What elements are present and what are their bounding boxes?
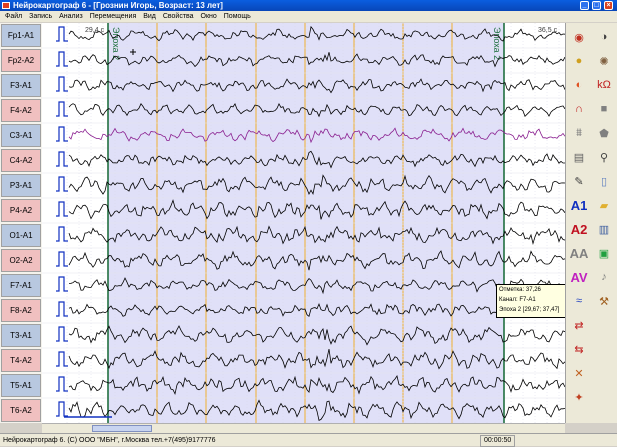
close-button[interactable]: × <box>604 1 613 10</box>
menu-help[interactable]: Помощь <box>224 13 251 20</box>
calibration-pulse <box>56 301 68 317</box>
calibration-pulse <box>56 276 68 292</box>
head-map-icon[interactable]: ◐ <box>569 75 589 95</box>
menu-bar: Файл Запись Анализ Перемещения Вид Свойс… <box>0 11 617 22</box>
right-toolbar: ◉ ● ◐ ∩ ⩩ ▤ ✎ A1 A2 AA AV ≈ ⇄ ⇆ ✕ ✦ ◑ ✺ kΩ ■ ⬟ ⚲ ▯ ▰ ▥ ▣ ♪ ⚒ <box>565 23 617 423</box>
search-icon[interactable]: ⚲ <box>594 147 614 167</box>
magnet-icon[interactable]: ∩ <box>569 99 589 119</box>
eeg-svg: Эпоха 2 Эпоха 229,4 с 36,5 с <box>42 23 565 423</box>
channel-label-f4-a2[interactable]: F4-A2 <box>1 99 41 122</box>
square-icon[interactable]: ■ <box>594 99 614 119</box>
calibration-pulse <box>56 351 68 367</box>
impedance-icon[interactable]: kΩ <box>594 75 614 95</box>
maximize-button[interactable]: □ <box>592 1 601 10</box>
status-time: 00:00:50 <box>480 435 516 447</box>
calibration-pulse <box>56 151 68 167</box>
calibration-pulse <box>56 76 68 92</box>
tooltip-epoch: Эпоха 2 [29,67; 37,47] <box>499 307 560 313</box>
calibration-pulse <box>56 251 68 267</box>
channel-label-p4-a2[interactable]: P4-A2 <box>1 199 41 222</box>
sound-icon[interactable]: ♪ <box>594 267 614 287</box>
window-title: Нейрокартограф 6 - [Грознин Игорь, Возра… <box>13 1 223 10</box>
shield-icon[interactable]: ⬟ <box>594 123 614 143</box>
channel-label-t5-a1[interactable]: T5-A1 <box>1 374 41 397</box>
eeg-trace-area[interactable]: Эпоха 2 Эпоха 2 29,4 с 36,5 с <box>42 23 565 423</box>
calibration-pulse <box>56 101 68 117</box>
title-bar: Нейрокартограф 6 - [Грознин Игорь, Возра… <box>0 0 617 11</box>
pen-icon[interactable]: ✎ <box>569 171 589 191</box>
tooltip-channel: Канал: F7-A1 <box>499 297 536 303</box>
channel-label-c4-a2[interactable]: C4-A2 <box>1 149 41 172</box>
grid-sphere-icon[interactable]: ✺ <box>594 51 614 71</box>
measure-icon[interactable]: ✕ <box>569 363 589 383</box>
channel-label-column: Fp1-A1 Fp2-A2 F3-A1 F4-A2 C3-A1 C4-A2 P3-A1 P4-… <box>0 23 42 423</box>
app-icon <box>2 2 10 9</box>
filter-icon[interactable]: ⩩ <box>569 123 589 143</box>
sparkle-icon[interactable]: ✦ <box>569 387 589 407</box>
minimize-button[interactable]: _ <box>580 1 589 10</box>
tools-icon[interactable]: ⚒ <box>594 291 614 311</box>
channel-label-f7-a1[interactable]: F7-A1 <box>1 274 41 297</box>
notes-icon[interactable]: ▤ <box>569 147 589 167</box>
sphere-icon[interactable]: ◑ <box>594 27 614 47</box>
channel-label-t3-a1[interactable]: T3-A1 <box>1 324 41 347</box>
calibration-pulse <box>56 51 68 67</box>
channel-label-t4-a2[interactable]: T4-A2 <box>1 349 41 372</box>
folder-icon[interactable]: ▰ <box>594 195 614 215</box>
calibration-pulse <box>56 201 68 217</box>
tool-a1-button[interactable]: A1 <box>569 195 589 215</box>
tool-a2-button[interactable]: A2 <box>569 219 589 239</box>
tool-av-button[interactable]: AV <box>569 267 589 287</box>
document-icon[interactable]: ▯ <box>594 171 614 191</box>
tool-aa-button[interactable]: AA <box>569 243 589 263</box>
channel-label-f8-a2[interactable]: F8-A2 <box>1 299 41 322</box>
menu-file[interactable]: Файл <box>5 13 22 20</box>
channel-label-fp1-a1[interactable]: Fp1-A1 <box>1 24 41 47</box>
menu-record[interactable]: Запись <box>29 13 52 20</box>
color-wheel-icon[interactable]: ● <box>569 51 589 71</box>
book-icon[interactable]: ▥ <box>594 219 614 239</box>
channel-label-o1-a1[interactable]: O1-A1 <box>1 224 41 247</box>
horizontal-scrollbar[interactable] <box>42 423 565 433</box>
menu-window[interactable]: Окно <box>201 13 217 20</box>
status-bar: Нейрокартограф 6. (C) ООО "МБН", г.Москв… <box>0 433 617 447</box>
epoch-label: Эпоха 2 <box>492 27 502 60</box>
compass-icon[interactable]: ◉ <box>569 27 589 47</box>
calibration-pulse <box>56 326 68 342</box>
swap-icon[interactable]: ⇆ <box>569 339 589 359</box>
menu-view[interactable]: Вид <box>143 13 156 20</box>
marker-tooltip: Отметка: 37,26 Канал: F7-A1 Эпоха 2 [29,… <box>496 284 566 318</box>
calibration-pulse <box>56 176 68 192</box>
calibration-pulse <box>56 126 68 142</box>
menu-properties[interactable]: Свойства <box>163 13 194 20</box>
menu-navigation[interactable]: Перемещения <box>90 13 137 20</box>
epoch-label: Эпоха 2 <box>111 27 121 60</box>
channel-label-fp2-a2[interactable]: Fp2-A2 <box>1 49 41 72</box>
arrows-icon[interactable]: ⇄ <box>569 315 589 335</box>
channel-label-p3-a1[interactable]: P3-A1 <box>1 174 41 197</box>
wave-icon[interactable]: ≈ <box>569 291 589 311</box>
menu-analysis[interactable]: Анализ <box>59 13 83 20</box>
calibration-pulse <box>56 26 68 42</box>
calibration-pulse <box>56 226 68 242</box>
channel-label-c3-a1[interactable]: C3-A1 <box>1 124 41 147</box>
channel-label-t6-a2[interactable]: T6-A2 <box>1 399 41 422</box>
channel-label-f3-a1[interactable]: F3-A1 <box>1 74 41 97</box>
channel-label-o2-a2[interactable]: O2-A2 <box>1 249 41 272</box>
time-marker-end: 36,5 с <box>538 27 558 34</box>
save-icon[interactable]: ▣ <box>594 243 614 263</box>
scrollbar-thumb[interactable] <box>92 425 152 432</box>
tooltip-mark: Отметка: 37,26 <box>499 287 541 293</box>
calibration-pulse <box>56 401 68 417</box>
calibration-pulse <box>56 376 68 392</box>
status-text: Нейрокартограф 6. (C) ООО "МБН", г.Москв… <box>3 437 216 444</box>
